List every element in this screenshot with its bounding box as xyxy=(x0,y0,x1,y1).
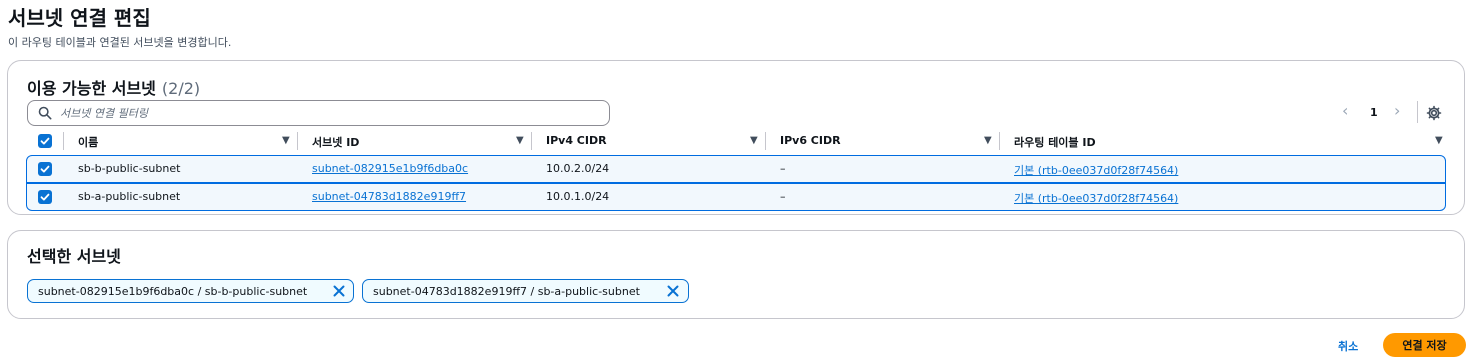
selected-subnet-token: subnet-082915e1b9f6dba0c / sb-b-public-s… xyxy=(27,279,354,303)
route-table-link[interactable]: 기본 (rtb-0ee037d0f28f74564) xyxy=(1014,162,1178,178)
column-divider xyxy=(765,132,766,150)
column-divider xyxy=(999,132,1000,150)
cancel-button[interactable]: 취소 xyxy=(1338,338,1358,354)
sort-caret-icon[interactable]: ▼ xyxy=(750,135,758,146)
search-icon xyxy=(38,106,52,120)
column-divider xyxy=(63,132,64,150)
cell-ipv6-cidr: – xyxy=(780,162,786,175)
page-title: 서브넷 연결 편집 xyxy=(8,6,151,30)
check-icon xyxy=(40,193,50,201)
check-icon xyxy=(40,165,50,173)
column-header-subnet-id[interactable]: 서브넷 ID xyxy=(312,134,359,150)
selected-subnets-title: 선택한 서브넷 xyxy=(27,247,121,266)
filter-search-box[interactable] xyxy=(27,100,610,126)
column-divider xyxy=(297,132,298,150)
column-divider xyxy=(531,132,532,150)
sort-caret-icon[interactable]: ▼ xyxy=(984,135,992,146)
sort-caret-icon[interactable]: ▼ xyxy=(1435,135,1443,146)
pagination-divider xyxy=(1417,101,1418,123)
filter-search-input[interactable] xyxy=(60,104,600,122)
cell-name: sb-a-public-subnet xyxy=(78,190,181,203)
available-subnets-title: 이용 가능한 서브넷 (2/2) xyxy=(27,75,200,99)
save-association-button[interactable]: 연결 저장 xyxy=(1383,333,1466,357)
column-header-ipv4-cidr[interactable]: IPv4 CIDR xyxy=(546,134,607,147)
pagination-prev-button[interactable]: ‹ xyxy=(1342,101,1348,120)
cell-ipv6-cidr: – xyxy=(780,190,786,203)
close-icon[interactable] xyxy=(332,284,346,298)
table-row[interactable]: sb-b-public-subnet subnet-082915e1b9f6db… xyxy=(26,155,1446,183)
column-header-ipv6-cidr[interactable]: IPv6 CIDR xyxy=(780,134,841,147)
row-checkbox[interactable] xyxy=(38,162,52,176)
gear-icon[interactable] xyxy=(1426,105,1442,121)
cell-name: sb-b-public-subnet xyxy=(78,162,181,175)
close-icon[interactable] xyxy=(666,284,680,298)
available-title-text: 이용 가능한 서브넷 xyxy=(27,79,156,98)
pagination-current-page[interactable]: 1 xyxy=(1370,106,1378,124)
cell-ipv4-cidr: 10.0.2.0/24 xyxy=(546,162,610,175)
route-table-link[interactable]: 기본 (rtb-0ee037d0f28f74564) xyxy=(1014,190,1178,206)
token-label: subnet-082915e1b9f6dba0c / sb-b-public-s… xyxy=(38,285,308,298)
page-description: 이 라우팅 테이블과 연결된 서브넷을 변경합니다. xyxy=(8,36,232,49)
sort-caret-icon[interactable]: ▼ xyxy=(282,135,290,146)
selected-subnet-token: subnet-04783d1882e919ff7 / sb-a-public-s… xyxy=(362,279,689,303)
table-header: 이름 ▼ 서브넷 ID ▼ IPv4 CIDR ▼ IPv6 CIDR ▼ 라우… xyxy=(27,130,1447,152)
cell-ipv4-cidr: 10.0.1.0/24 xyxy=(546,190,610,203)
row-checkbox[interactable] xyxy=(38,190,52,204)
column-header-name[interactable]: 이름 xyxy=(78,134,98,150)
sort-caret-icon[interactable]: ▼ xyxy=(516,135,524,146)
token-label: subnet-04783d1882e919ff7 / sb-a-public-s… xyxy=(373,285,640,298)
table-row[interactable]: sb-a-public-subnet subnet-04783d1882e919… xyxy=(26,183,1446,211)
column-header-route-table-id[interactable]: 라우팅 테이블 ID xyxy=(1014,134,1096,150)
pagination-next-button[interactable]: › xyxy=(1394,101,1400,120)
subnet-id-link[interactable]: subnet-082915e1b9f6dba0c xyxy=(312,162,468,175)
selection-count: (2/2) xyxy=(161,79,201,98)
selected-subnets-panel: 선택한 서브넷 subnet-082915e1b9f6dba0c / sb-b-… xyxy=(7,230,1465,319)
select-all-checkbox[interactable] xyxy=(38,134,52,148)
subnet-id-link[interactable]: subnet-04783d1882e919ff7 xyxy=(312,190,466,203)
check-icon xyxy=(40,137,50,145)
